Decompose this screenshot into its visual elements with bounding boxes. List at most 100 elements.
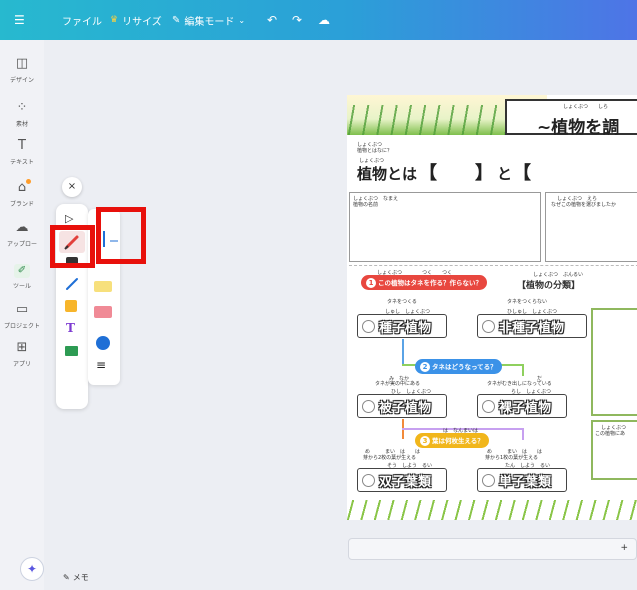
question-heading: 植物とは (357, 165, 418, 183)
no-seeds-label: タネをつくらない (507, 299, 548, 305)
reason-label: なぜこの植物を選びましたか (551, 202, 617, 208)
and-text: と (497, 165, 513, 183)
sticky-note-icon[interactable] (65, 300, 77, 312)
section3-text: 葉は何枚生える？ (432, 437, 484, 445)
resize-button[interactable]: ♛ リサイズ (110, 13, 162, 28)
highlighter-icon[interactable] (94, 306, 112, 318)
side-answer-box[interactable] (591, 308, 637, 416)
section1-text: この植物はタネを作る？作らない？ (378, 279, 482, 287)
plant-name-label: 植物の名前 (353, 202, 379, 208)
divider (349, 265, 637, 266)
sidebar-item-design[interactable]: ◫ デザイン (0, 56, 44, 84)
sidebar-item-label: テキスト (10, 159, 34, 166)
non-seed-plant-name: 非種子植物 (499, 320, 565, 336)
section3-label: 3 葉は何枚生える？ (415, 433, 489, 448)
gymnosperm-name: 裸子植物 (499, 400, 552, 416)
marker-icon[interactable] (94, 281, 112, 292)
angiosperm-checkbox[interactable] (362, 399, 375, 413)
seed-plant-name: 種子植物 (379, 320, 432, 336)
text-tool-icon[interactable]: T (66, 321, 75, 335)
close-tools-button[interactable]: × (62, 177, 82, 197)
bracket-open-2: 【 (513, 163, 531, 184)
file-menu-label: ファイル (62, 16, 102, 28)
top-toolbar: ☰ ファイル ♛ リサイズ ✎ 編集モード ⌄ ↶ ↷ ☁ (0, 0, 637, 40)
sidebar-item-elements[interactable]: ⁘ 素材 (0, 100, 44, 128)
one-leaf-label: 芽から1枚の葉が生える (485, 455, 539, 461)
non-seed-checkbox[interactable] (482, 319, 495, 333)
line-icon[interactable] (64, 276, 80, 292)
arrow-down-blue (402, 339, 404, 365)
non-seed-plant-box[interactable]: 非種子植物 (477, 314, 587, 338)
dicot-checkbox[interactable] (362, 473, 375, 487)
angiosperm-box[interactable]: 被子植物 (357, 394, 447, 418)
redo-button[interactable]: ↷ (292, 13, 302, 27)
exposed-label: タネがむき出しになっている (487, 381, 552, 387)
bracket-open-1: 【 (419, 163, 437, 184)
menu-button[interactable]: ☰ (14, 13, 25, 27)
seed-plant-checkbox[interactable] (362, 319, 375, 333)
sidebar-item-brand[interactable]: ⌂ ブランド (0, 179, 44, 208)
text-icon: T (18, 138, 26, 153)
monocot-checkbox[interactable] (482, 473, 495, 487)
sidebar-item-label: アップロー (6, 241, 37, 248)
classification-ruby: しょくぶつ ぶんるい (533, 272, 584, 278)
sidebar-item-tools[interactable]: ✐ ツール (0, 262, 44, 290)
angiosperm-name: 被子植物 (379, 400, 432, 416)
gymnosperm-box[interactable]: 裸子植物 (477, 394, 567, 418)
dicot-name: 双子葉類 (379, 474, 432, 490)
sidebar-item-label: ツール (12, 283, 31, 290)
sidebar-item-uploads[interactable]: ☁ アップロー (0, 220, 44, 248)
edit-mode-label: 編集モード (184, 16, 235, 28)
makes-seeds-label: タネをつくる (387, 299, 417, 305)
sidebar-item-label: アプリ (12, 361, 31, 368)
chevron-down-icon: ⌄ (238, 15, 246, 25)
cloud-sync-button[interactable]: ☁ (318, 13, 330, 27)
worksheet-title: ~植物を調 (537, 118, 620, 138)
select-pointer-icon[interactable]: ▷ (65, 212, 73, 225)
table-icon[interactable] (65, 346, 78, 356)
undo-button[interactable]: ↶ (267, 13, 277, 27)
page-add-bar[interactable]: + (348, 538, 637, 560)
apps-icon: ⊞ (16, 340, 28, 355)
two-leaves-label: 芽から2枚の葉が生える (363, 455, 417, 461)
section2-label: 2 タネはどうなってる？ (415, 359, 502, 374)
add-page-icon[interactable]: + (620, 543, 628, 553)
monocot-name: 単子葉類 (499, 474, 552, 490)
seed-plant-box[interactable]: 種子植物 (357, 314, 447, 338)
memo-button[interactable]: ✎ メモ (63, 572, 89, 583)
design-canvas[interactable]: しょくぶつ しら ~植物を調 しょくぶつ 植物とはなに？ しょくぶつ 植物とは … (347, 95, 637, 520)
dicot-box[interactable]: 双子葉類 (357, 468, 447, 492)
color-swatch[interactable] (96, 336, 110, 350)
section1-label: 1 この植物はタネを作る？作らない？ (361, 275, 487, 290)
resize-label: リサイズ (122, 16, 162, 28)
magic-assistant-button[interactable]: ✦ (20, 557, 44, 581)
sidebar-item-label: プロジェクト (3, 323, 40, 330)
question-small: 植物とはなに？ (357, 148, 393, 154)
highlight-box-pen (50, 225, 95, 268)
stroke-weight-icon[interactable]: ≡ (96, 359, 106, 371)
sidebar-item-projects[interactable]: ▭ プロジェクト (0, 302, 44, 330)
arrow-down-green (522, 364, 524, 376)
arrow-down-purple (522, 428, 524, 440)
sidebar-item-text[interactable]: T テキスト (0, 138, 44, 166)
edit-mode-dropdown[interactable]: ✎ 編集モード ⌄ (172, 13, 246, 28)
gymnosperm-checkbox[interactable] (482, 399, 495, 413)
memo-label: メモ (72, 573, 89, 582)
section1-number: 1 (366, 278, 376, 288)
elements-icon: ⁘ (16, 100, 28, 115)
section2-number: 2 (420, 362, 430, 372)
monocot-box[interactable]: 単子葉類 (477, 468, 567, 492)
brand-icon: ⌂ (17, 180, 27, 195)
side-label: この植物にあ (595, 431, 626, 437)
crown-icon: ♛ (110, 15, 119, 25)
layout-icon: ◫ (15, 56, 29, 71)
cloud-sync-icon: ☁ (318, 13, 330, 27)
sidebar-item-apps[interactable]: ⊞ アプリ (0, 340, 44, 368)
file-menu[interactable]: ファイル (62, 13, 102, 28)
notification-dot (26, 179, 31, 184)
sidebar-item-label: ブランド (9, 201, 34, 208)
section2-text: タネはどうなってる？ (432, 363, 497, 371)
sidebar-item-label: 素材 (15, 121, 28, 128)
folder-icon: ▭ (15, 302, 29, 317)
draw-tool-icon: ✐ (0, 262, 44, 278)
